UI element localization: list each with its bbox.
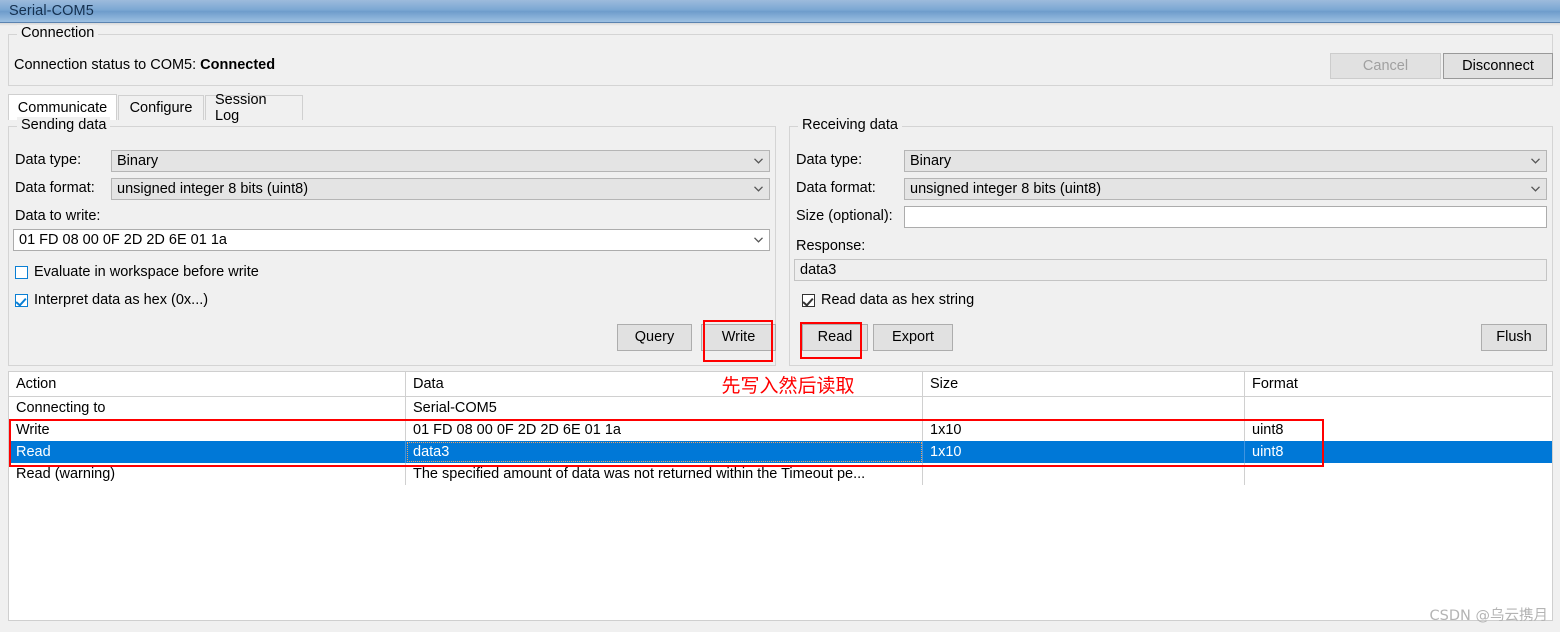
sending-data-group: Sending data Data type: Binary Data form… bbox=[8, 117, 776, 366]
chevron-down-icon bbox=[754, 237, 763, 243]
recv-data-format-combo[interactable]: unsigned integer 8 bits (uint8) bbox=[904, 178, 1547, 200]
cell-size bbox=[923, 397, 1245, 419]
window-titlebar: Serial-COM5 bbox=[0, 0, 1560, 23]
window-title: Serial-COM5 bbox=[9, 3, 94, 19]
table-row[interactable]: Read data3 1x10 uint8 bbox=[9, 441, 1552, 463]
cell-data: data3 bbox=[406, 441, 923, 463]
checkbox-box-icon bbox=[802, 293, 815, 307]
column-header-format[interactable]: Format bbox=[1245, 372, 1551, 397]
evaluate-in-workspace-checkbox[interactable]: Evaluate in workspace before write bbox=[15, 264, 259, 280]
cell-size: 1x10 bbox=[923, 441, 1245, 463]
response-label: Response: bbox=[796, 238, 866, 254]
connection-status-prefix: Connection status to COM5: bbox=[14, 57, 201, 73]
tab-bar: Communicate Configure Session Log bbox=[8, 92, 1553, 124]
recv-data-type-value: Binary bbox=[910, 153, 952, 169]
export-button[interactable]: Export bbox=[873, 324, 953, 351]
recv-data-type-combo[interactable]: Binary bbox=[904, 150, 1547, 172]
cell-format: uint8 bbox=[1252, 444, 1284, 460]
column-header-size[interactable]: Size bbox=[923, 372, 1245, 397]
connection-status: Connection status to COM5: Connected bbox=[14, 57, 275, 73]
flush-button[interactable]: Flush bbox=[1481, 324, 1547, 351]
table-row[interactable]: Read (warning) The specified amount of d… bbox=[9, 463, 1552, 485]
chevron-down-icon bbox=[754, 186, 763, 192]
send-data-format-label: Data format: bbox=[15, 180, 95, 196]
send-data-type-combo[interactable]: Binary bbox=[111, 150, 770, 172]
connection-status-value: Connected bbox=[200, 57, 276, 73]
cell-size bbox=[923, 463, 1245, 485]
checkbox-box-icon bbox=[15, 293, 28, 307]
cell-action: Write bbox=[9, 419, 406, 441]
cell-data: 01 FD 08 00 0F 2D 2D 6E 01 1a bbox=[406, 419, 923, 441]
tab-configure[interactable]: Configure bbox=[118, 95, 204, 120]
titlebar-shadow bbox=[0, 23, 1560, 26]
receiving-data-group-label: Receiving data bbox=[798, 117, 902, 133]
cell-action: Read (warning) bbox=[9, 463, 406, 485]
cell-data: The specified amount of data was not ret… bbox=[406, 463, 923, 485]
cell-data: Serial-COM5 bbox=[406, 397, 923, 419]
receiving-data-group: Receiving data Data type: Binary Data fo… bbox=[789, 117, 1553, 366]
send-data-type-value: Binary bbox=[117, 153, 159, 169]
interpret-hex-label: Interpret data as hex (0x...) bbox=[34, 292, 209, 308]
cell-action: Connecting to bbox=[9, 397, 406, 419]
data-to-write-label: Data to write: bbox=[15, 208, 101, 224]
read-button[interactable]: Read bbox=[802, 324, 868, 351]
data-to-write-value: 01 FD 08 00 0F 2D 2D 6E 01 1a bbox=[19, 232, 227, 248]
watermark: CSDN @乌云携月 bbox=[1429, 608, 1548, 624]
recv-data-type-label: Data type: bbox=[796, 152, 863, 168]
response-output: data3 bbox=[794, 259, 1547, 281]
sending-data-group-label: Sending data bbox=[17, 117, 111, 133]
table-row[interactable]: Write 01 FD 08 00 0F 2D 2D 6E 01 1a 1x10… bbox=[9, 419, 1552, 441]
session-log-table[interactable]: Action Data Size Format Connecting to Se… bbox=[8, 371, 1553, 621]
checkbox-box-icon bbox=[15, 265, 28, 279]
send-data-format-value: unsigned integer 8 bits (uint8) bbox=[117, 181, 309, 197]
connection-group-label: Connection bbox=[17, 25, 99, 41]
send-data-type-label: Data type: bbox=[15, 152, 82, 168]
cell-format bbox=[1245, 463, 1551, 485]
evaluate-in-workspace-label: Evaluate in workspace before write bbox=[34, 264, 259, 280]
query-button[interactable]: Query bbox=[617, 324, 692, 351]
read-hex-string-checkbox[interactable]: Read data as hex string bbox=[802, 292, 974, 308]
cell-size: 1x10 bbox=[923, 419, 1245, 441]
chevron-down-icon bbox=[1531, 158, 1540, 164]
chevron-down-icon bbox=[1531, 186, 1540, 192]
recv-data-format-label: Data format: bbox=[796, 180, 876, 196]
cancel-button[interactable]: Cancel bbox=[1330, 53, 1441, 79]
disconnect-button[interactable]: Disconnect bbox=[1443, 53, 1553, 79]
annotation-text-chinese: 先写入然后读取 bbox=[721, 374, 855, 397]
recv-data-format-value: unsigned integer 8 bits (uint8) bbox=[910, 181, 1102, 197]
data-to-write-input[interactable]: 01 FD 08 00 0F 2D 2D 6E 01 1a bbox=[13, 229, 770, 251]
send-data-format-combo[interactable]: unsigned integer 8 bits (uint8) bbox=[111, 178, 770, 200]
write-button[interactable]: Write bbox=[701, 324, 776, 351]
cell-format: uint8 bbox=[1252, 422, 1284, 438]
chevron-down-icon bbox=[754, 158, 763, 164]
cell-action: Read bbox=[9, 441, 406, 463]
table-row[interactable]: Connecting to Serial-COM5 bbox=[9, 397, 1552, 419]
interpret-hex-checkbox[interactable]: Interpret data as hex (0x...) bbox=[15, 292, 208, 308]
cell-format bbox=[1245, 397, 1551, 419]
size-optional-label: Size (optional): bbox=[796, 208, 893, 224]
column-header-action[interactable]: Action bbox=[9, 372, 406, 397]
response-value: data3 bbox=[800, 262, 837, 278]
size-optional-input[interactable] bbox=[904, 206, 1547, 228]
tab-session-log[interactable]: Session Log bbox=[205, 92, 303, 124]
read-hex-string-label: Read data as hex string bbox=[821, 292, 975, 308]
